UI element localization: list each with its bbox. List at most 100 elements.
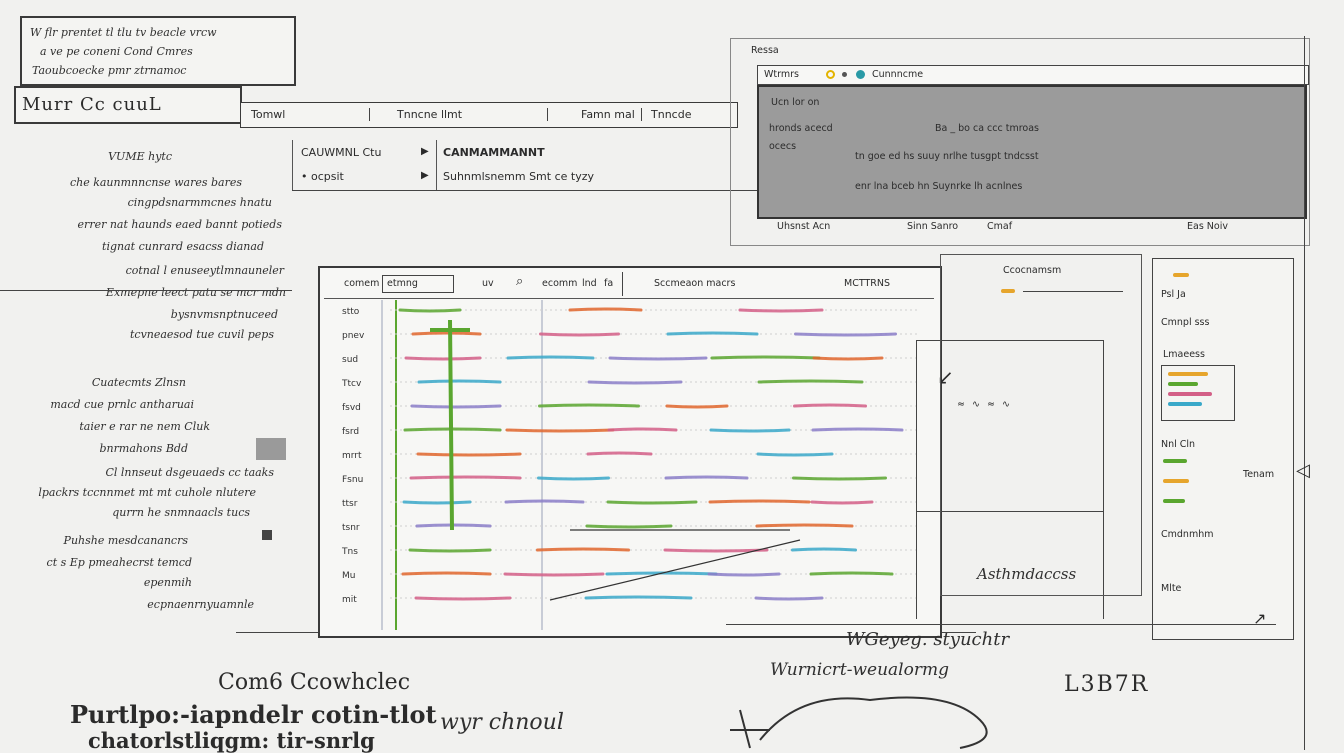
sketch-drawing bbox=[730, 696, 988, 749]
row-label: tsnr bbox=[342, 523, 360, 533]
sketch-stroke bbox=[664, 475, 749, 480]
annotation: ecpnaenrnyuamnle bbox=[147, 598, 254, 611]
toolbar-button[interactable]: comem bbox=[344, 278, 379, 289]
side-label: Psl Ja bbox=[1161, 289, 1186, 300]
tab-4[interactable]: Tnncde bbox=[651, 108, 731, 121]
row-label: Ttcv bbox=[341, 379, 362, 389]
legend-line bbox=[1023, 291, 1123, 292]
toolbar-field[interactable]: etmng bbox=[382, 275, 454, 293]
legend-swatch bbox=[1168, 382, 1198, 386]
side-label: Nnl Cln bbox=[1161, 439, 1196, 450]
toolbar-button[interactable]: ecomm bbox=[542, 278, 577, 289]
sketch-stroke bbox=[793, 403, 867, 408]
sketch-stroke bbox=[408, 548, 492, 553]
sketch-stroke bbox=[538, 403, 640, 408]
tab-2[interactable]: Tnncne llmt bbox=[397, 108, 548, 121]
row-label: Fsnu bbox=[342, 475, 363, 485]
bottom-title-2: Purtlpo:-iapndelr cotin-tlot bbox=[70, 700, 437, 729]
browser-row: Ba _ bo ca ccc tmroas bbox=[935, 123, 1040, 134]
annotation-arrow bbox=[549, 529, 801, 601]
pointer-icon: ◁ bbox=[1296, 460, 1310, 481]
annotation: errer nat haunds eaed bannt potieds bbox=[77, 218, 282, 231]
sketch-stroke bbox=[755, 523, 854, 528]
row-label: sud bbox=[342, 355, 358, 365]
sketch-stroke bbox=[410, 404, 502, 409]
row-label: pnev bbox=[342, 331, 365, 341]
toolbar-divider bbox=[622, 272, 623, 296]
sketch-stroke bbox=[810, 500, 874, 505]
sketch-stroke bbox=[607, 427, 678, 432]
browser-content: Ucn lor on hronds acecd ocecs Ba _ bo ca… bbox=[757, 85, 1307, 219]
sketch-stroke bbox=[416, 452, 522, 457]
toolbar-button[interactable]: uv bbox=[482, 278, 494, 289]
toolbar-button[interactable]: fa bbox=[604, 278, 613, 289]
sketch-stroke bbox=[401, 571, 492, 576]
legend-swatch bbox=[1173, 273, 1189, 277]
sketch-stroke bbox=[608, 356, 708, 361]
right-panel-title: Ccocnamsm bbox=[1003, 265, 1062, 276]
scroll-handle[interactable] bbox=[262, 530, 272, 540]
toolbar-right-label: MCTTRNS bbox=[844, 278, 891, 289]
sketch-stroke bbox=[506, 355, 595, 360]
left-annotations: VUME hytc che kaunmnncnse wares bares ci… bbox=[0, 146, 292, 616]
sketch-stroke bbox=[503, 572, 605, 577]
legend-swatch bbox=[1168, 392, 1212, 396]
sketch-stroke bbox=[411, 331, 482, 336]
note-line: W flr prentet tl tlu tv beacle vrcw bbox=[30, 26, 217, 39]
side-label: Cmnpl sss bbox=[1161, 317, 1210, 328]
annotation: Cl lnnseut dsgeuaeds cc taaks bbox=[105, 466, 274, 479]
annotation: cingpdsnarmmcnes hnatu bbox=[127, 196, 272, 209]
annotation: lpackrs tccnnmet mt mt cuhole nlutere bbox=[38, 486, 256, 499]
legend-swatch bbox=[1168, 372, 1208, 376]
menu-subtitle: Suhnmlsnemm Smt ce tyzy bbox=[443, 170, 594, 183]
right-edge-line bbox=[1304, 36, 1305, 750]
tab-1[interactable]: Tomwl bbox=[251, 108, 370, 121]
note-line: Taoubcoecke pmr ztrnamoc bbox=[32, 64, 187, 77]
annotation: bnrmahons Bdd bbox=[99, 442, 188, 455]
scroll-handle[interactable] bbox=[256, 438, 286, 460]
yellow-dot-icon bbox=[826, 70, 835, 79]
sketch-stroke bbox=[809, 571, 894, 576]
sketch-stroke bbox=[812, 356, 884, 361]
browser-top-label: Ressa bbox=[751, 45, 779, 56]
legend-swatch bbox=[1001, 289, 1015, 293]
top-left-note-box: W flr prentet tl tlu tv beacle vrcw a ve… bbox=[20, 16, 296, 86]
bottom-right-title: wyr chnoul bbox=[440, 710, 564, 735]
annotation: qurrn he snmnaacls tucs bbox=[112, 506, 250, 519]
bottom-callout-box: WGeyeg. styuchtr bbox=[726, 624, 1276, 661]
sketch-stroke bbox=[811, 427, 904, 432]
annotation: cotnal l enuseeytlmnauneler bbox=[125, 264, 284, 277]
sketch-stroke bbox=[666, 331, 759, 336]
row-label: fsvd bbox=[342, 403, 361, 413]
tab-3[interactable]: Famn mal bbox=[581, 108, 642, 121]
right-side-panel: Psl Ja Cmnpl sss Lmaeess Nnl Cln Tenam C… bbox=[1152, 258, 1294, 640]
side-label: Cmdnmhm bbox=[1161, 529, 1214, 540]
right-panel-frame: Ccocnamsm bbox=[940, 254, 1142, 596]
footer-link[interactable]: Eas Noiv bbox=[1187, 221, 1228, 232]
toolbar-button[interactable]: lnd bbox=[582, 278, 597, 289]
row-label: mit bbox=[342, 595, 357, 605]
annotation: tignat cunrard esacss dianad bbox=[102, 240, 264, 253]
footer-link[interactable]: Uhsnst Acn bbox=[777, 221, 830, 232]
toolbar-title: Sccmeaon macrs bbox=[654, 278, 736, 289]
annotation: macd cue prnlc antharuai bbox=[50, 398, 194, 411]
menu-item[interactable]: • ocpsit bbox=[301, 170, 344, 183]
sketch-stroke bbox=[792, 476, 887, 481]
sketch-stroke bbox=[756, 452, 834, 457]
teal-dot-icon bbox=[856, 70, 865, 79]
footer-link[interactable]: Cmaf bbox=[987, 221, 1012, 232]
annotation: ct s Ep pmeahecrst temcd bbox=[46, 556, 192, 569]
browser-address-bar[interactable]: Wtrmrs Cunnncme bbox=[757, 65, 1309, 85]
bottom-callout-a: WGeyeg. styuchtr bbox=[846, 629, 1010, 650]
sketch-stroke bbox=[504, 499, 585, 504]
annotation: tcvneaesod tue cuvil peps bbox=[129, 328, 274, 341]
menu-item[interactable]: CAUWMNL Ctu bbox=[301, 146, 381, 159]
search-icon[interactable]: ⌕ bbox=[516, 274, 523, 289]
side-label: Tenam bbox=[1243, 469, 1275, 480]
chevron-right-icon: ▶ bbox=[421, 170, 429, 181]
footer-link[interactable]: Sinn Sanro bbox=[907, 221, 958, 232]
browser-row: ocecs bbox=[769, 141, 797, 152]
sketch-stroke bbox=[708, 499, 811, 504]
chart-toolbar: comem etmng uv ⌕ ecomm lnd fa Sccmeaon m… bbox=[324, 272, 934, 299]
annotation: Cuatecmts Zlnsn bbox=[91, 376, 186, 389]
